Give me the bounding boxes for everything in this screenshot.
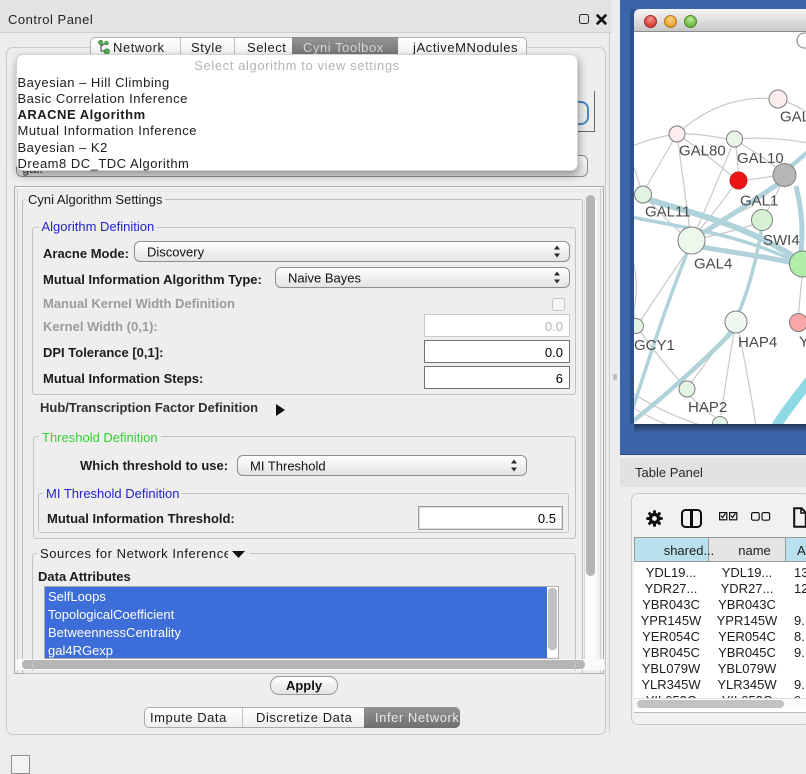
svg-text:GAL1: GAL1	[740, 193, 778, 210]
svg-text:GAL80: GAL80	[679, 143, 726, 160]
svg-text:GAL11: GAL11	[645, 204, 691, 221]
svg-text:GAL10: GAL10	[737, 150, 784, 167]
svg-text:GAL4: GAL4	[694, 256, 732, 273]
svg-text:GAL2: GAL2	[780, 109, 806, 126]
svg-text:SWI4: SWI4	[763, 232, 800, 249]
svg-text:GCY1: GCY1	[634, 337, 675, 354]
svg-text:HAP4: HAP4	[738, 334, 777, 351]
svg-text:YD: YD	[799, 334, 806, 351]
svg-text:HAP2: HAP2	[688, 399, 727, 416]
